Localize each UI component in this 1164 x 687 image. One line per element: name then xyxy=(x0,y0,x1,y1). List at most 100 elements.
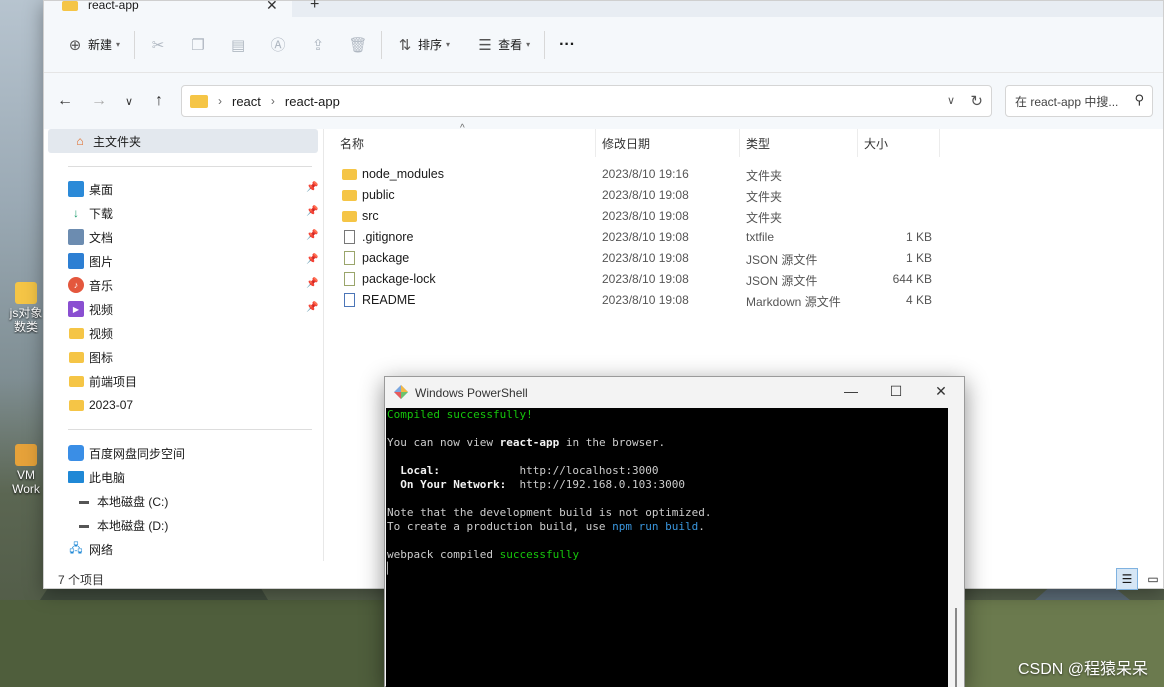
column-headers: 名称 ^ 修改日期 类型 大小 xyxy=(334,123,954,157)
sidebar-item-home[interactable]: ⌂ 主文件夹 xyxy=(48,129,318,153)
pin-icon[interactable]: 📌 xyxy=(306,182,318,193)
forward-arrow-icon[interactable]: → xyxy=(86,90,112,112)
file-name: public xyxy=(362,188,395,202)
sidebar-item-label: 此电脑 xyxy=(89,470,126,485)
sidebar-item-drive-d[interactable]: ▬ 本地磁盘 (D:) xyxy=(44,513,320,537)
breadcrumb-item-react[interactable]: react xyxy=(232,94,261,109)
address-dropdown-icon[interactable]: ∨ xyxy=(947,94,955,107)
sidebar-item-pictures[interactable]: 图片 📌 xyxy=(44,249,320,273)
column-header-label: 类型 xyxy=(746,136,771,151)
json-file-icon xyxy=(340,250,358,266)
file-row[interactable]: node_modules 2023/8/10 19:16 文件夹 xyxy=(340,163,940,184)
close-tab-icon[interactable]: ✕ xyxy=(266,0,278,14)
sidebar-item-label: 百度网盘同步空间 xyxy=(89,446,186,461)
column-header-name[interactable]: 名称 ^ xyxy=(334,123,596,157)
file-date: 2023/8/10 19:08 xyxy=(602,188,689,202)
terminal-line: Note that the development build is not o… xyxy=(387,506,712,519)
pin-icon[interactable]: 📌 xyxy=(306,230,318,241)
view-toggle: ☰ ▭ xyxy=(1116,568,1164,590)
delete-button[interactable]: 🗑 xyxy=(345,29,371,61)
file-row[interactable]: public 2023/8/10 19:08 文件夹 xyxy=(340,184,940,205)
file-name: package-lock xyxy=(362,272,436,286)
share-button[interactable]: ⇪ xyxy=(305,29,331,61)
pin-icon[interactable]: 📌 xyxy=(306,278,318,289)
paste-button[interactable]: ▤ xyxy=(225,29,251,61)
view-button[interactable]: ☰ 查看 ▾ xyxy=(472,29,534,61)
file-row[interactable]: .gitignore 2023/8/10 19:08 txtfile 1 KB xyxy=(340,226,940,247)
navigation-pane: ⌂ 主文件夹 桌面 📌 ↓ 下载 📌 文档 📌 图片 📌 ♪ 音乐 📌 ▶ 视频… xyxy=(44,129,320,561)
tab-react-app[interactable]: react-app ✕ xyxy=(44,0,292,17)
pin-icon[interactable]: 📌 xyxy=(306,254,318,265)
sidebar-item-documents[interactable]: 文档 📌 xyxy=(44,225,320,249)
pin-icon[interactable]: 📌 xyxy=(306,302,318,313)
up-arrow-icon[interactable]: ↑ xyxy=(146,90,172,112)
column-header-size[interactable]: 大小 xyxy=(858,129,940,157)
address-bar[interactable]: › react › react-app ∨ ↻ xyxy=(181,85,992,117)
tiles-view-icon[interactable]: ▭ xyxy=(1142,568,1164,590)
folder-icon xyxy=(68,349,84,365)
terminal-local-url: http://localhost:3000 xyxy=(519,464,659,477)
file-row[interactable]: package 2023/8/10 19:08 JSON 源文件 1 KB xyxy=(340,247,940,268)
search-input[interactable]: 在 react-app 中搜... ⚲ xyxy=(1005,85,1153,117)
file-row[interactable]: src 2023/8/10 19:08 文件夹 xyxy=(340,205,940,226)
powershell-title-bar[interactable]: Windows PowerShell — ☐ ✕ xyxy=(385,377,964,408)
desktop-shortcut-js-object[interactable]: js对象数类 xyxy=(4,282,48,334)
terminal-text: webpack compiled xyxy=(387,548,500,561)
new-tab-button[interactable]: + xyxy=(310,0,319,14)
sidebar-item-folder-2023-07[interactable]: 2023-07 xyxy=(44,393,320,417)
this-pc-icon xyxy=(68,471,84,483)
copy-button[interactable]: ❐ xyxy=(185,29,211,61)
sidebar-item-label: 下载 xyxy=(89,206,114,221)
maximize-icon[interactable]: ☐ xyxy=(883,383,909,401)
scrollbar-thumb[interactable] xyxy=(955,608,957,687)
column-header-type[interactable]: 类型 xyxy=(740,129,858,157)
sidebar-item-label: 网络 xyxy=(89,542,114,557)
sidebar-item-network[interactable]: 🖧 网络 xyxy=(44,537,320,561)
sidebar-item-videos[interactable]: ▶ 视频 📌 xyxy=(44,297,320,321)
sidebar-item-music[interactable]: ♪ 音乐 📌 xyxy=(44,273,320,297)
new-button[interactable]: ⊕ 新建 ▾ xyxy=(62,29,124,61)
pin-icon[interactable]: 📌 xyxy=(306,206,318,217)
search-placeholder: 在 react-app 中搜... xyxy=(1015,94,1119,109)
breadcrumb-separator-icon: › xyxy=(218,94,222,108)
file-type: JSON 源文件 xyxy=(746,253,818,267)
cut-button[interactable]: ✂ xyxy=(145,29,171,61)
refresh-icon[interactable]: ↻ xyxy=(970,92,983,110)
chevron-down-icon: ▾ xyxy=(116,40,121,49)
rename-button[interactable]: Ⓐ xyxy=(265,29,291,61)
vmware-icon xyxy=(15,444,37,466)
desktop-shortcut-vmware[interactable]: VM Work xyxy=(4,444,48,496)
scrollbar[interactable] xyxy=(948,408,964,687)
more-options-button[interactable]: ··· xyxy=(555,29,579,61)
file-row[interactable]: package-lock 2023/8/10 19:08 JSON 源文件 64… xyxy=(340,268,940,289)
sort-button[interactable]: ⇅ 排序 ▾ xyxy=(392,29,454,61)
file-type: Markdown 源文件 xyxy=(746,295,841,309)
sidebar-item-folder-videos[interactable]: 视频 xyxy=(44,321,320,345)
close-icon[interactable]: ✕ xyxy=(928,383,954,401)
recent-locations-chevron-icon[interactable]: ∨ xyxy=(116,90,142,112)
drive-icon: ▬ xyxy=(79,495,89,507)
breadcrumb-item-react-app[interactable]: react-app xyxy=(285,94,340,109)
file-row[interactable]: README 2023/8/10 19:08 Markdown 源文件 4 KB xyxy=(340,289,940,310)
sidebar-item-this-pc[interactable]: 此电脑 xyxy=(44,465,320,489)
copy-icon: ❐ xyxy=(191,36,205,54)
pane-splitter[interactable] xyxy=(323,129,324,561)
chevron-down-icon: ▾ xyxy=(446,40,451,49)
sidebar-item-folder-frontend[interactable]: 前端项目 xyxy=(44,369,320,393)
desktop-shortcut-label: VM Work xyxy=(12,468,40,496)
terminal-output[interactable]: Compiled successfully! You can now view … xyxy=(386,408,948,687)
sidebar-item-drive-c[interactable]: ▬ 本地磁盘 (C:) xyxy=(44,489,320,513)
sidebar-item-baidu-netdisk[interactable]: 百度网盘同步空间 xyxy=(44,441,320,465)
file-type: txtfile xyxy=(746,230,775,244)
sort-ascending-icon: ^ xyxy=(460,123,465,134)
column-header-date[interactable]: 修改日期 xyxy=(596,129,740,157)
sidebar-item-folder-icons[interactable]: 图标 xyxy=(44,345,320,369)
minimize-icon[interactable]: — xyxy=(838,383,864,401)
folder-icon xyxy=(68,397,84,413)
folder-icon xyxy=(68,373,84,389)
terminal-text: in the browser. xyxy=(559,436,666,449)
details-view-icon[interactable]: ☰ xyxy=(1116,568,1138,590)
sidebar-item-desktop[interactable]: 桌面 📌 xyxy=(44,177,320,201)
back-arrow-icon[interactable]: ← xyxy=(52,90,78,112)
sidebar-item-downloads[interactable]: ↓ 下载 📌 xyxy=(44,201,320,225)
